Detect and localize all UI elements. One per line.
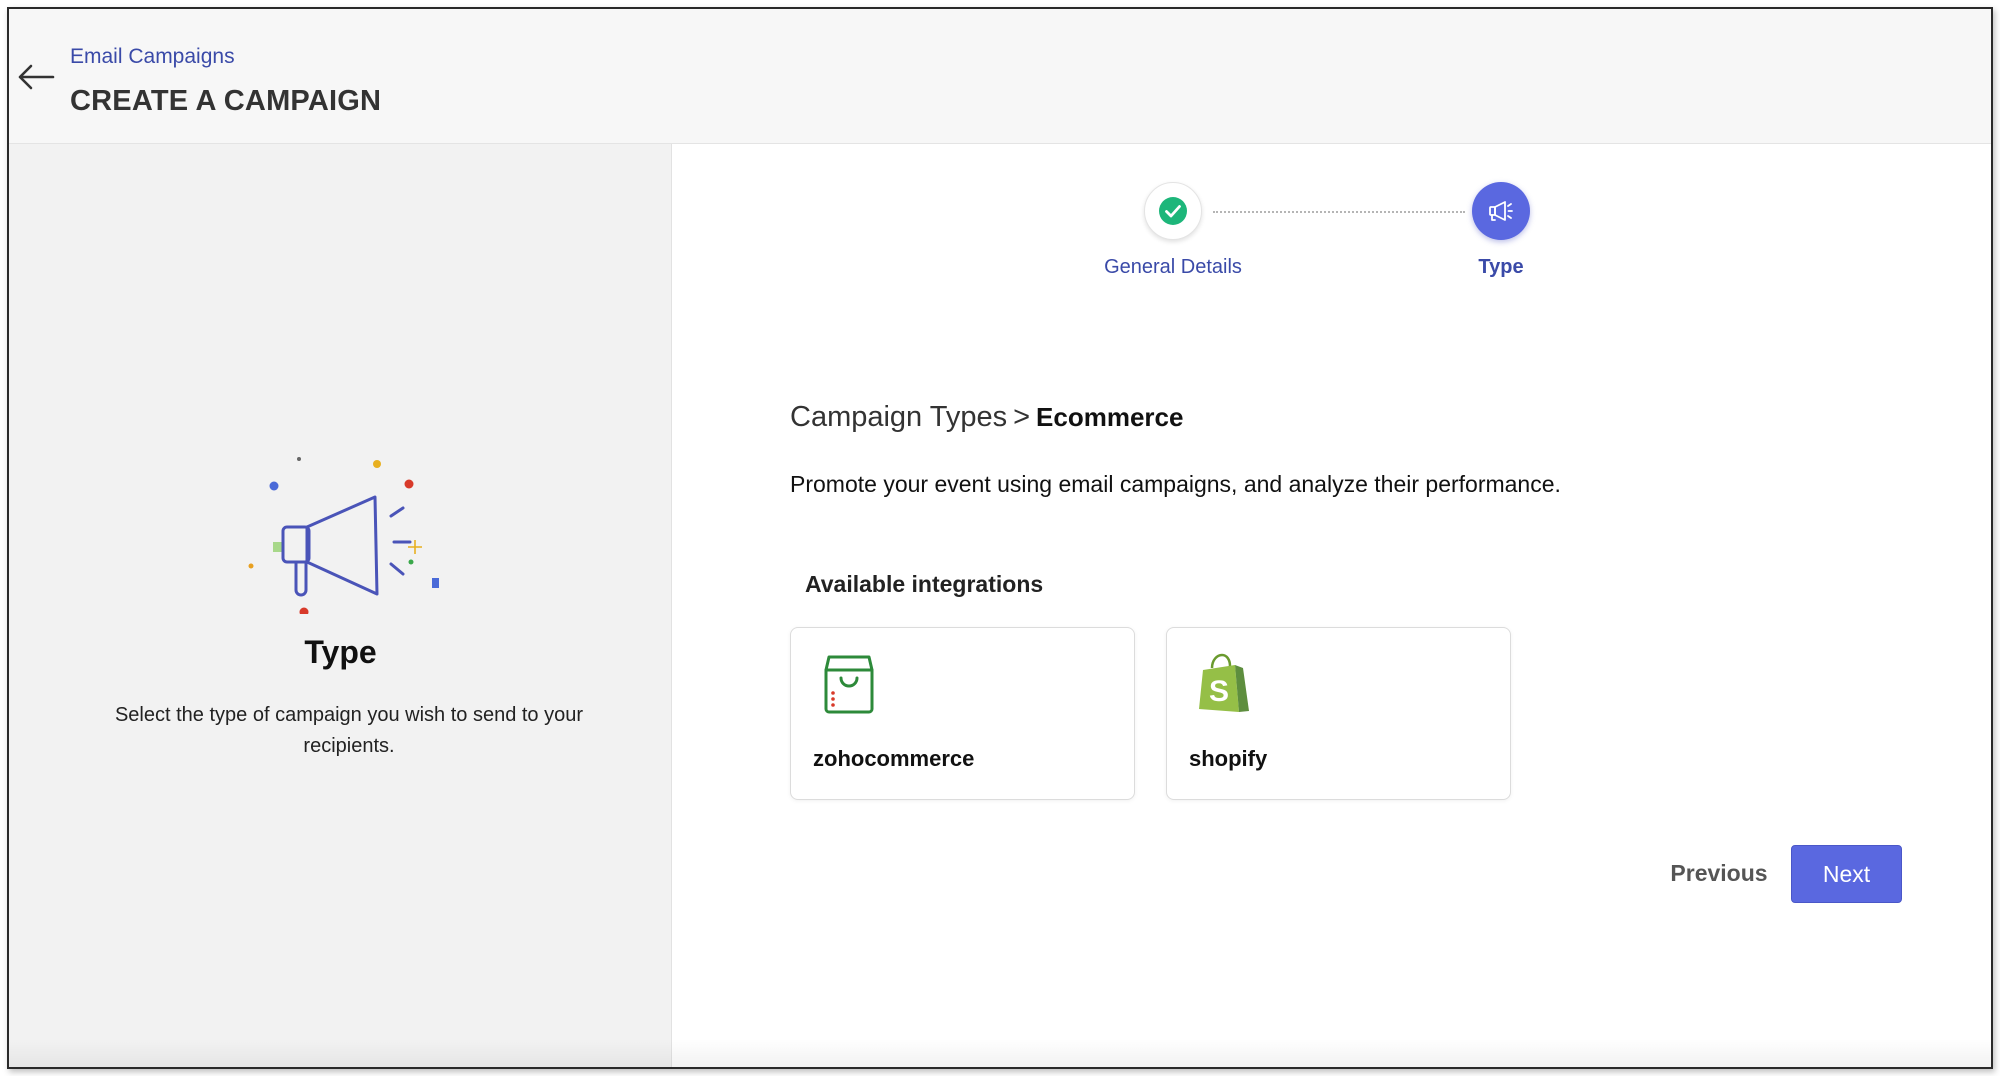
next-button[interactable]: Next	[1791, 845, 1902, 903]
step-label-type[interactable]: Type	[1391, 256, 1611, 279]
megaphone-icon	[248, 457, 439, 614]
step-general-details[interactable]	[1144, 182, 1202, 240]
app-window: Email Campaigns CREATE A CAMPAIGN Type S…	[7, 7, 1993, 1069]
stepper-connector	[1213, 211, 1465, 213]
integration-name: zohocommerce	[813, 746, 975, 771]
megaphone-icon	[1489, 201, 1513, 221]
integrations-heading: Available integrations	[805, 571, 1044, 597]
back-button[interactable]	[13, 57, 59, 97]
campaign-type-breadcrumb: Campaign Types > Ecommerce	[790, 401, 1183, 434]
shopify-icon: S	[1199, 653, 1249, 712]
campaign-type-description: Promote your event using email campaigns…	[790, 471, 1561, 497]
integration-name: shopify	[1189, 746, 1268, 771]
integration-card-shopify[interactable]: S shopify	[1166, 627, 1511, 800]
crumb-current: Ecommerce	[1036, 402, 1184, 432]
svg-text:S: S	[1209, 675, 1229, 708]
previous-button[interactable]: Previous	[1649, 845, 1789, 901]
left-info-panel: Type Select the type of campaign you wis…	[9, 144, 672, 1067]
page-title: CREATE A CAMPAIGN	[70, 85, 382, 117]
shopping-bag-icon	[824, 655, 874, 714]
crumb-separator: >	[1013, 401, 1031, 433]
arrow-left-icon	[18, 64, 55, 90]
step-label-general-details[interactable]: General Details	[1063, 256, 1283, 279]
main-content-panel	[673, 144, 1991, 1067]
step-type[interactable]	[1472, 182, 1530, 240]
breadcrumb-email-campaigns[interactable]: Email Campaigns	[70, 45, 235, 69]
page-header: Email Campaigns CREATE A CAMPAIGN	[9, 9, 1991, 144]
crumb-campaign-types[interactable]: Campaign Types	[790, 401, 1007, 433]
left-panel-description: Select the type of campaign you wish to …	[114, 704, 584, 757]
integration-card-zohocommerce[interactable]: zohocommerce	[790, 627, 1135, 800]
check-icon	[1159, 197, 1187, 225]
left-panel-title: Type	[304, 634, 377, 670]
